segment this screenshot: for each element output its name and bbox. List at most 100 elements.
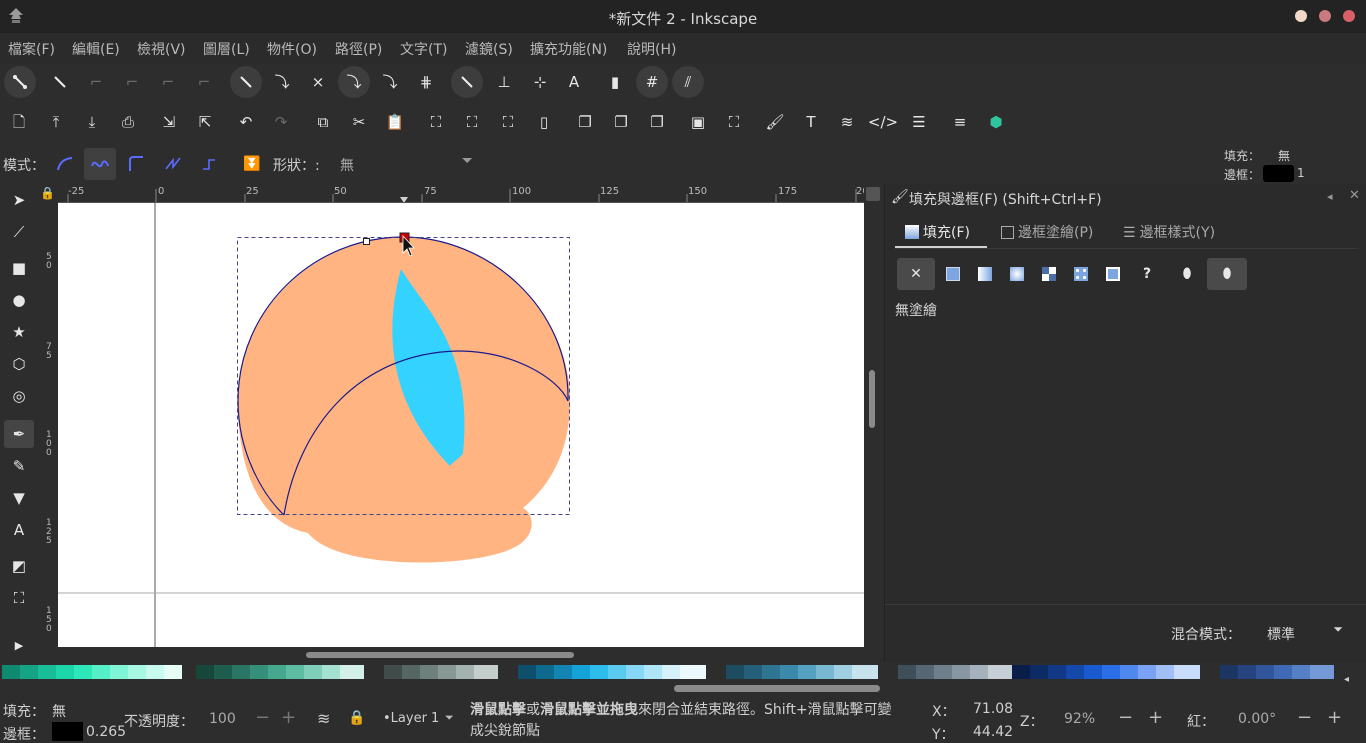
swatch[interactable] [420, 665, 438, 679]
swatch[interactable] [1120, 665, 1138, 679]
swatch[interactable] [1156, 665, 1174, 679]
swatch[interactable] [970, 665, 988, 679]
swatch[interactable] [1048, 665, 1066, 679]
fill-rule-evenodd-button[interactable]: ⬮ [1171, 258, 1203, 290]
clone-icon[interactable]: ❐ [607, 108, 635, 136]
align-distribute-icon[interactable]: ☰ [905, 108, 933, 136]
zoom-drawing-icon[interactable]: ⛶ [458, 108, 486, 136]
swatch[interactable] [196, 665, 214, 679]
path-node[interactable] [363, 238, 370, 245]
swatch[interactable] [146, 665, 164, 679]
opacity-decrease-button[interactable]: − [255, 707, 270, 728]
selector-tool-icon[interactable]: ➤ [4, 186, 34, 214]
snap-bbox-center-icon[interactable]: ⌐ [190, 68, 218, 96]
panel-close-icon[interactable]: ✕ [1349, 188, 1360, 203]
menu-layer[interactable]: 圖層(L) [203, 39, 250, 59]
swatch[interactable] [250, 665, 268, 679]
toggle-panel-icon[interactable] [866, 187, 880, 201]
swatch[interactable] [1012, 665, 1030, 679]
ctrl-stroke-swatch[interactable] [1263, 165, 1294, 182]
snap-smooth-icon[interactable]: ⤵ [376, 68, 404, 96]
preferences-icon[interactable]: ≡ [946, 108, 974, 136]
swatch[interactable] [536, 665, 554, 679]
status-stroke-swatch[interactable] [52, 722, 83, 741]
extension-manager-icon[interactable]: ⬢ [982, 108, 1010, 136]
palette-menu-icon[interactable]: ◂ [1344, 674, 1349, 685]
menu-filters[interactable]: 濾鏡(S) [465, 39, 513, 59]
swatch[interactable] [662, 665, 680, 679]
swatch[interactable] [1102, 665, 1120, 679]
swatch[interactable] [852, 665, 878, 679]
rotate-decrease-button[interactable]: − [1297, 707, 1312, 728]
cut-icon[interactable]: ✂ [345, 108, 373, 136]
fill-stroke-dialog-icon[interactable]: 🖌 [761, 108, 789, 136]
duplicate-icon[interactable]: ❐ [571, 108, 599, 136]
swatch[interactable] [1238, 665, 1256, 679]
radial-gradient-button[interactable] [1001, 258, 1033, 290]
swatch[interactable] [474, 665, 498, 679]
swatch[interactable] [56, 665, 74, 679]
mode-zigzag-icon[interactable] [157, 148, 189, 180]
toolbox-expand-icon[interactable]: ▶ [4, 631, 34, 659]
import-icon[interactable]: ⇲ [155, 108, 183, 136]
3d-box-tool-icon[interactable]: ⬡ [4, 350, 34, 378]
more-options-icon[interactable]: ⏬ [236, 148, 268, 180]
swatch[interactable] [1174, 665, 1200, 679]
menu-object[interactable]: 物件(O) [267, 39, 317, 59]
swatch[interactable] [1310, 665, 1334, 679]
flat-color-button[interactable] [937, 258, 969, 290]
swatch[interactable] [268, 665, 286, 679]
mode-paraxial-icon[interactable] [193, 148, 225, 180]
zoom-selection-icon[interactable]: ⛶ [422, 108, 450, 136]
swatch[interactable] [456, 665, 474, 679]
swatch[interactable] [164, 665, 182, 679]
status-fill-value[interactable]: 無 [52, 701, 66, 721]
mode-spiro-icon[interactable] [84, 148, 116, 180]
swatch[interactable] [1292, 665, 1310, 679]
snap-bbox-corner-icon[interactable]: ⌐ [118, 68, 146, 96]
snap-path-icon[interactable]: ⤵ [268, 68, 296, 96]
ellipse-tool-icon[interactable]: ● [4, 286, 34, 314]
rotate-value[interactable]: 0.00° [1238, 711, 1276, 727]
menu-text[interactable]: 文字(T) [400, 39, 447, 59]
tab-fill[interactable]: 填充(F) [905, 222, 970, 242]
swatch[interactable] [1084, 665, 1102, 679]
snap-grid-icon[interactable]: # [636, 66, 668, 98]
snap-text-baseline-icon[interactable]: A [560, 68, 588, 96]
tab-stroke-paint[interactable]: 邊框塗繪(P) [1001, 222, 1093, 242]
calligraphy-tool-icon[interactable]: ▼ [4, 484, 34, 512]
swatch[interactable] [402, 665, 420, 679]
swatch[interactable] [20, 665, 38, 679]
pencil-tool-icon[interactable]: ✎ [4, 452, 34, 480]
node-tool-icon[interactable]: ⟋ [4, 218, 34, 246]
menu-file[interactable]: 檔案(F) [8, 39, 55, 59]
status-stroke-width[interactable]: 0.265 [86, 724, 126, 740]
swatch[interactable] [608, 665, 626, 679]
swatch[interactable] [644, 665, 662, 679]
swatch[interactable] [1030, 665, 1048, 679]
lock-guides-icon[interactable]: 🔒 [40, 186, 56, 202]
open-icon[interactable]: ⤒ [42, 108, 70, 136]
swatch[interactable] [726, 665, 744, 679]
snap-bbox-icon[interactable] [46, 68, 74, 96]
unlink-clone-icon[interactable]: ❐ [643, 108, 671, 136]
print-icon[interactable]: ⎙ [114, 108, 142, 136]
swatch[interactable] [780, 665, 798, 679]
swatch[interactable] [1256, 665, 1274, 679]
swatch[interactable] [384, 665, 402, 679]
linear-gradient-button[interactable] [969, 258, 1001, 290]
pattern-button[interactable] [1033, 258, 1065, 290]
snap-rotation-center-icon[interactable]: ⊹ [526, 68, 554, 96]
swatch[interactable] [1138, 665, 1156, 679]
fill-rule-nonzero-button[interactable]: ⬮ [1207, 258, 1247, 290]
layers-icon[interactable]: ≋ [317, 709, 330, 728]
snap-guide-icon[interactable]: ⫽ [672, 66, 704, 98]
drawing-canvas[interactable] [58, 203, 864, 647]
snap-midpoint-icon[interactable]: ⋕ [412, 68, 440, 96]
swatch[interactable] [952, 665, 970, 679]
swatch[interactable] [680, 665, 706, 679]
swatch[interactable] [626, 665, 644, 679]
swatch[interactable] [816, 665, 834, 679]
snap-bbox-edge-icon[interactable]: ⌐ [82, 68, 110, 96]
swatch[interactable] [304, 665, 322, 679]
